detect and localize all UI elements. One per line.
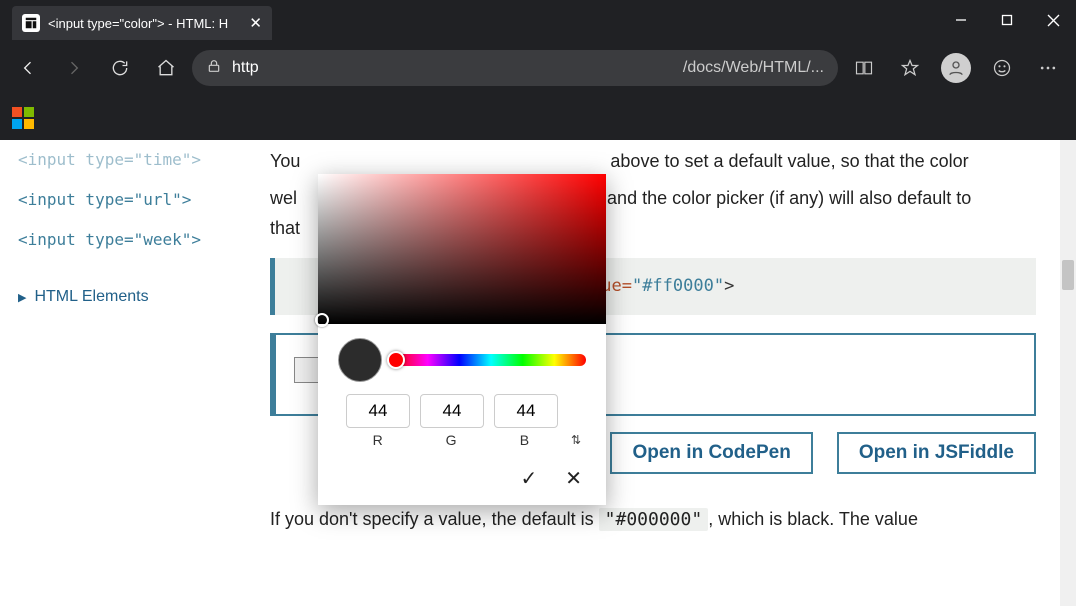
text-line: If you don't specify a value, the defaul… xyxy=(270,504,1036,536)
r-label: R xyxy=(346,432,409,448)
window-minimize-button[interactable] xyxy=(938,0,984,40)
b-label: B xyxy=(493,432,556,448)
sidebar-item[interactable]: <input type="time"> xyxy=(18,140,242,180)
saturation-value-area[interactable] xyxy=(318,174,606,324)
browser-tab[interactable]: <input type="color"> - HTML: H ✕ xyxy=(12,6,272,40)
sv-cursor[interactable] xyxy=(315,313,329,327)
refresh-button[interactable] xyxy=(100,48,140,88)
format-switch-icon[interactable]: ⇅ xyxy=(566,433,586,447)
microsoft-logo-icon[interactable] xyxy=(12,107,34,129)
address-bar[interactable]: http /docs/Web/HTML/... xyxy=(192,50,838,86)
hue-cursor[interactable] xyxy=(387,351,405,369)
browser-toolbar: http /docs/Web/HTML/... xyxy=(0,40,1076,96)
sidebar-section-label: HTML Elements xyxy=(34,288,148,306)
sidebar-section[interactable]: ▶ HTML Elements xyxy=(18,288,242,306)
browser-strip xyxy=(0,96,1076,140)
back-button[interactable] xyxy=(8,48,48,88)
r-input[interactable] xyxy=(346,394,410,428)
g-label: G xyxy=(419,432,482,448)
scroll-thumb[interactable] xyxy=(1062,260,1074,290)
avatar-icon xyxy=(941,53,971,83)
forward-button[interactable] xyxy=(54,48,94,88)
g-input[interactable] xyxy=(420,394,484,428)
page: <input type="time"> <input type="url"> <… xyxy=(0,140,1076,606)
lock-icon xyxy=(206,58,222,79)
reading-icon[interactable] xyxy=(844,48,884,88)
tab-favicon xyxy=(22,14,40,32)
menu-icon[interactable] xyxy=(1028,48,1068,88)
open-jsfiddle-button[interactable]: Open in JSFiddle xyxy=(837,432,1036,474)
confirm-button[interactable]: ✓ xyxy=(520,466,537,491)
tab-close-icon[interactable]: ✕ xyxy=(239,14,262,32)
color-preview xyxy=(338,338,382,382)
profile-button[interactable] xyxy=(936,48,976,88)
open-codepen-button[interactable]: Open in CodePen xyxy=(610,432,812,474)
titlebar: <input type="color"> - HTML: H ✕ xyxy=(0,0,1076,40)
window-close-button[interactable] xyxy=(1030,0,1076,40)
color-picker: R G B ⇅ ✓ ✕ xyxy=(318,174,606,505)
text-line: You above to set a default value, so tha… xyxy=(270,146,1036,177)
sidebar-item[interactable]: <input type="week"> xyxy=(18,220,242,260)
sidebar: <input type="time"> <input type="url"> <… xyxy=(0,140,260,606)
url-path: /docs/Web/HTML/... xyxy=(683,59,824,77)
sidebar-item[interactable]: <input type="url"> xyxy=(18,180,242,220)
url-prefix: http xyxy=(232,59,259,77)
cancel-button[interactable]: ✕ xyxy=(565,466,582,491)
tab-title: <input type="color"> - HTML: H xyxy=(48,16,228,31)
feedback-icon[interactable] xyxy=(982,48,1022,88)
favorite-icon[interactable] xyxy=(890,48,930,88)
chevron-right-icon: ▶ xyxy=(18,291,26,304)
home-button[interactable] xyxy=(146,48,186,88)
hue-slider[interactable] xyxy=(396,354,586,366)
vertical-scrollbar[interactable] xyxy=(1060,140,1076,606)
window-maximize-button[interactable] xyxy=(984,0,1030,40)
window-controls xyxy=(938,0,1076,40)
b-input[interactable] xyxy=(494,394,558,428)
